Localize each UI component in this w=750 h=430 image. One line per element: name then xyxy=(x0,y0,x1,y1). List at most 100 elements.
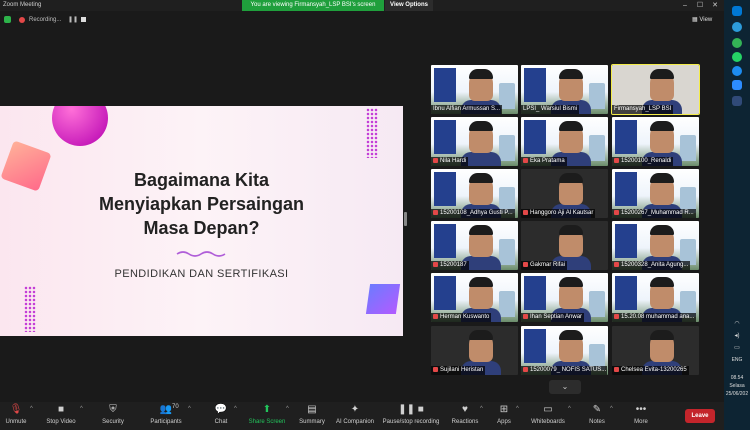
maximize-icon[interactable]: ☐ xyxy=(693,0,707,11)
participant-name-tag: 15200108_Adhya Gusti P... xyxy=(431,209,515,218)
virtual-background-banner xyxy=(434,224,456,258)
muted-microphone-icon xyxy=(433,210,438,215)
security-button[interactable]: ⛨ Security xyxy=(100,404,126,425)
unmute-button[interactable]: 🎙 Unmute xyxy=(3,404,29,425)
keyboard-language[interactable]: ENG xyxy=(726,357,748,363)
participant-hair xyxy=(559,277,583,287)
participant-tile[interactable]: Herman Kuswanto xyxy=(431,273,518,322)
participant-tile[interactable]: Ihan Septian Anwar xyxy=(521,273,608,322)
virtual-background-banner xyxy=(434,276,456,310)
recording-dot-icon xyxy=(19,17,25,23)
wifi-icon[interactable]: ◠ xyxy=(732,320,742,328)
splitter-handle[interactable] xyxy=(404,212,407,226)
summary-label: Summary xyxy=(299,419,325,425)
leave-button[interactable]: Leave xyxy=(685,409,715,423)
slide-title-line-2: Menyiapkan Persaingan xyxy=(98,194,305,214)
reactions-options-caret-icon[interactable]: ^ xyxy=(480,406,483,412)
more-dots-icon: ••• xyxy=(635,404,647,415)
participant-hair xyxy=(559,121,583,131)
apps-button[interactable]: ⊞ Apps xyxy=(494,404,514,425)
participant-tile[interactable]: 15200100_Renaldi xyxy=(612,117,699,166)
stop-recording-icon[interactable] xyxy=(81,17,86,22)
start-icon[interactable] xyxy=(732,6,742,16)
participant-tile[interactable]: Eka Pratama xyxy=(521,117,608,166)
speaker-icon[interactable]: ◂) xyxy=(732,332,742,340)
more-button[interactable]: ••• More xyxy=(630,404,652,425)
participants-button[interactable]: 👥 70 Participants xyxy=(148,404,184,425)
gallery-scroll-down-button[interactable]: ⌄ xyxy=(549,380,581,394)
participant-tile[interactable]: Sujilani Heristan xyxy=(431,326,518,375)
chrome-icon[interactable] xyxy=(732,38,742,48)
participant-tile[interactable]: 15200108_Adhya Gusti P... xyxy=(431,169,518,218)
pause-stop-icon: ❚❚ ■ xyxy=(398,404,424,415)
zoom-icon[interactable] xyxy=(732,80,742,90)
notes-label: Notes xyxy=(589,419,605,425)
share-options-caret-icon[interactable]: ^ xyxy=(286,406,289,412)
participant-name: 15200187 xyxy=(440,262,467,268)
participant-name: Ibnu Alfian Armussan S... xyxy=(433,106,501,112)
system-clock[interactable]: 08.54 Selasa 25/06/202 xyxy=(724,374,750,398)
minimize-icon[interactable]: – xyxy=(678,0,692,11)
participant-tile[interactable]: 15200079_ NOFIS SATUS... xyxy=(521,326,608,375)
participant-tile[interactable]: Hanggoro Aji Al Kautsar xyxy=(521,169,608,218)
encryption-shield-icon[interactable] xyxy=(4,16,11,23)
participant-tile[interactable]: 15.20.08 muhammad ana... xyxy=(612,273,699,322)
participant-name-tag: Ibnu Alfian Armussan S... xyxy=(431,105,503,114)
whiteboards-button[interactable]: ▭ Whiteboards xyxy=(530,404,566,425)
muted-microphone-icon xyxy=(433,314,438,319)
chat-button[interactable]: 💬 Chat xyxy=(210,404,232,425)
participant-tile[interactable]: 15200187 xyxy=(431,221,518,270)
summary-button[interactable]: ▤ Summary xyxy=(298,404,326,425)
participant-hair xyxy=(469,330,493,340)
share-screen-button[interactable]: ⬆ Share Screen xyxy=(248,404,286,425)
whiteboards-options-caret-icon[interactable]: ^ xyxy=(568,406,571,412)
audio-options-caret-icon[interactable]: ^ xyxy=(30,406,33,412)
muted-microphone-icon xyxy=(523,367,528,372)
virtual-background-banner xyxy=(524,68,546,102)
participant-tile[interactable]: 15200328_Anita Agung... xyxy=(612,221,699,270)
battery-icon[interactable]: ▭ xyxy=(732,344,742,352)
security-label: Security xyxy=(102,419,124,425)
video-options-caret-icon[interactable]: ^ xyxy=(80,406,83,412)
app-icon[interactable] xyxy=(732,96,742,106)
notes-options-caret-icon[interactable]: ^ xyxy=(610,406,613,412)
meeting-status-row: Recording... ❚❚ ▦ View xyxy=(0,11,724,29)
participant-tile[interactable]: Chelsea Evita-13200265 xyxy=(612,326,699,375)
stop-video-button[interactable]: ■ Stop Video xyxy=(44,404,78,425)
participant-name-tag: 15200267_Muhammad R... xyxy=(612,209,696,218)
participants-options-caret-icon[interactable]: ^ xyxy=(188,406,191,412)
participant-name-tag: 15200079_ NOFIS SATUS... xyxy=(521,366,607,375)
ai-companion-button[interactable]: ✦ AI Companion xyxy=(335,404,375,425)
pause-stop-recording-button[interactable]: ❚❚ ■ Pause/stop recording xyxy=(381,404,441,425)
participant-tile[interactable]: Nila Hardi xyxy=(431,117,518,166)
apps-options-caret-icon[interactable]: ^ xyxy=(516,406,519,412)
virtual-background-banner xyxy=(524,329,546,363)
virtual-background-building xyxy=(589,291,605,317)
view-options-button[interactable]: View Options xyxy=(385,0,433,11)
participant-name: 15200079_ NOFIS SATUS... xyxy=(530,367,607,373)
browser-icon[interactable] xyxy=(732,22,742,32)
muted-microphone-icon xyxy=(614,210,619,215)
participant-name: Hanggoro Aji Al Kautsar xyxy=(530,210,594,216)
summary-document-icon: ▤ xyxy=(307,404,317,415)
muted-microphone-icon xyxy=(614,262,619,267)
telegram-icon[interactable] xyxy=(732,66,742,76)
pause-recording-icon[interactable]: ❚❚ xyxy=(68,16,78,23)
apps-grid-icon: ⊞ xyxy=(499,404,509,415)
participant-name-tag: Chelsea Evita-13200265 xyxy=(612,366,689,375)
chat-bubble-icon: 💬 xyxy=(214,404,228,415)
whatsapp-icon[interactable] xyxy=(732,52,742,62)
participant-tile[interactable]: Firmansyah_LSP BSI xyxy=(611,64,700,115)
view-button[interactable]: ▦ View xyxy=(692,16,712,23)
participant-tile[interactable]: Gakmar Rifai xyxy=(521,221,608,270)
participant-name: Herman Kuswanto xyxy=(440,314,490,320)
participant-tile[interactable]: LPSI_ Warsiul Bismi xyxy=(521,65,608,114)
participant-name: Sujilani Heristan xyxy=(440,367,484,373)
participant-tile[interactable]: Ibnu Alfian Armussan S... xyxy=(431,65,518,114)
close-icon[interactable]: ✕ xyxy=(708,0,722,11)
participant-tile[interactable]: 15200267_Muhammad R... xyxy=(612,169,699,218)
chat-options-caret-icon[interactable]: ^ xyxy=(234,406,237,412)
decorative-dots xyxy=(24,286,36,332)
reactions-button[interactable]: ♥ Reactions xyxy=(450,404,480,425)
notes-button[interactable]: ✎ Notes xyxy=(586,404,608,425)
